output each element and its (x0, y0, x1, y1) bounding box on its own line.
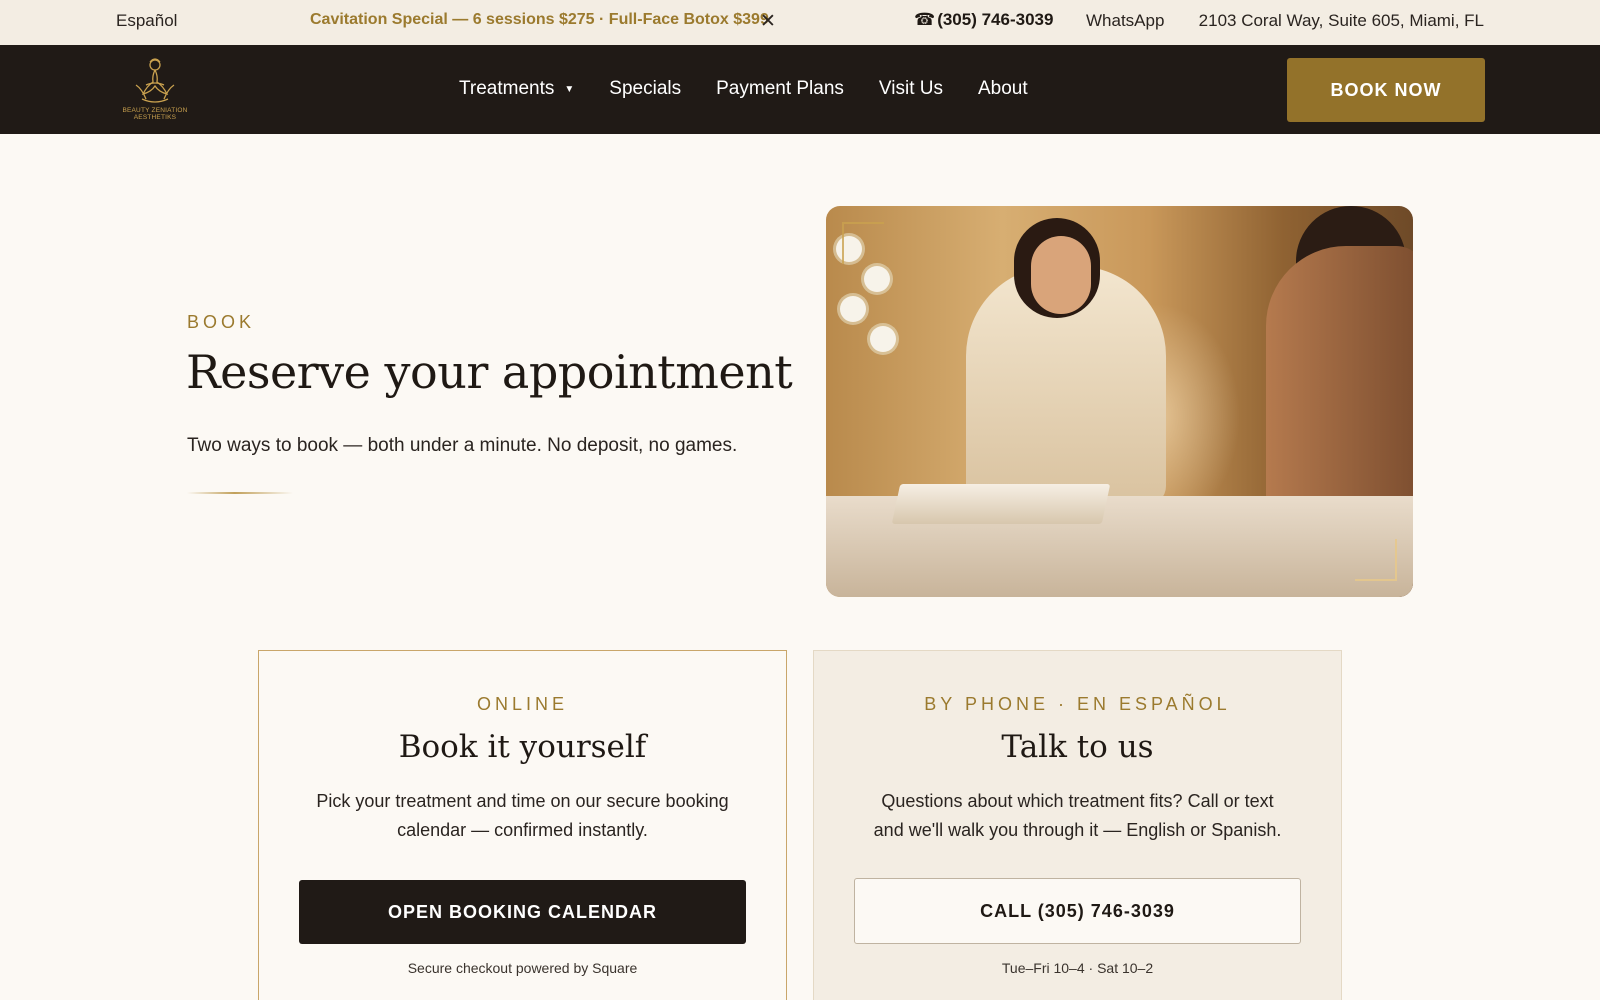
hero-subtitle: Two ways to book — both under a minute. … (187, 435, 738, 456)
hero-image (826, 206, 1413, 597)
card-description: Pick your treatment and time on our secu… (316, 791, 729, 840)
nav-item-label: Payment Plans (716, 78, 844, 99)
card-note: Tue–Fri 10–4 · Sat 10–2 (1001, 960, 1154, 976)
page-title: Reserve your appointment (186, 345, 793, 399)
open-booking-calendar-button[interactable]: OPEN BOOKING CALENDAR (299, 880, 746, 944)
phone-link[interactable]: ☎ (305) 746-3039 (914, 10, 1053, 30)
appointment-book (891, 484, 1111, 524)
language-toggle[interactable]: Español (116, 11, 177, 31)
nav-item-visit-us[interactable]: Visit Us (879, 78, 943, 100)
card-description: Questions about which treatment fits? Ca… (873, 791, 1282, 840)
logo[interactable]: BEAUTY ZENIATION AESTHETIKS (118, 55, 192, 125)
nav-item-payment-plans[interactable]: Payment Plans (716, 78, 844, 100)
logo-text: BEAUTY ZENIATION AESTHETIKS (122, 107, 188, 121)
nav-item-specials[interactable]: Specials (609, 78, 681, 100)
nav-item-label: Treatments (459, 78, 555, 99)
phone-booking-card: BY PHONE · EN ESPAÑOL Talk to us Questio… (813, 650, 1342, 1000)
frame-corner (1355, 539, 1397, 581)
close-icon[interactable]: ✕ (760, 10, 776, 33)
phone-number: (305) 746-3039 (937, 10, 1054, 29)
divider (187, 492, 293, 494)
nav-item-label: About (977, 78, 1028, 99)
promo-banner-text[interactable]: Cavitation Special — 6 sessions $275 · F… (310, 11, 769, 29)
call-button[interactable]: CALL (305) 746-3039 (854, 878, 1301, 944)
hero-eyebrow: BOOK (187, 312, 256, 332)
top-bar: Español Cavitation Special — 6 sessions … (0, 0, 1600, 45)
nav-item-label: Visit Us (878, 78, 943, 99)
nav-item-treatments[interactable]: Treatments ▼ (459, 78, 574, 100)
book-now-button[interactable]: BOOK NOW (1287, 58, 1485, 122)
frame-corner (842, 222, 884, 264)
whatsapp-link[interactable]: WhatsApp (1086, 11, 1164, 31)
online-booking-card: ONLINE Book it yourself Pick your treatm… (258, 650, 787, 1000)
card-eyebrow: ONLINE (476, 694, 569, 714)
nav-item-label: Specials (609, 78, 682, 99)
nav-item-about[interactable]: About (978, 78, 1028, 100)
address-link[interactable]: 2103 Coral Way, Suite 605, Miami, FL (1199, 11, 1484, 31)
main-nav: BEAUTY ZENIATION AESTHETIKS Treatments ▼ … (0, 45, 1600, 134)
phone-icon: ☎ (914, 10, 936, 29)
card-title: Book it yourself (398, 729, 647, 765)
nav-links: Treatments ▼ Specials Payment Plans Visit… (459, 78, 1028, 100)
caret-down-icon: ▼ (564, 83, 575, 95)
logo-icon (135, 58, 175, 103)
consultant-face (1031, 236, 1091, 314)
card-note: Secure checkout powered by Square (407, 960, 638, 976)
card-title: Talk to us (1001, 729, 1154, 765)
card-eyebrow: BY PHONE · EN ESPAÑOL (924, 694, 1231, 714)
